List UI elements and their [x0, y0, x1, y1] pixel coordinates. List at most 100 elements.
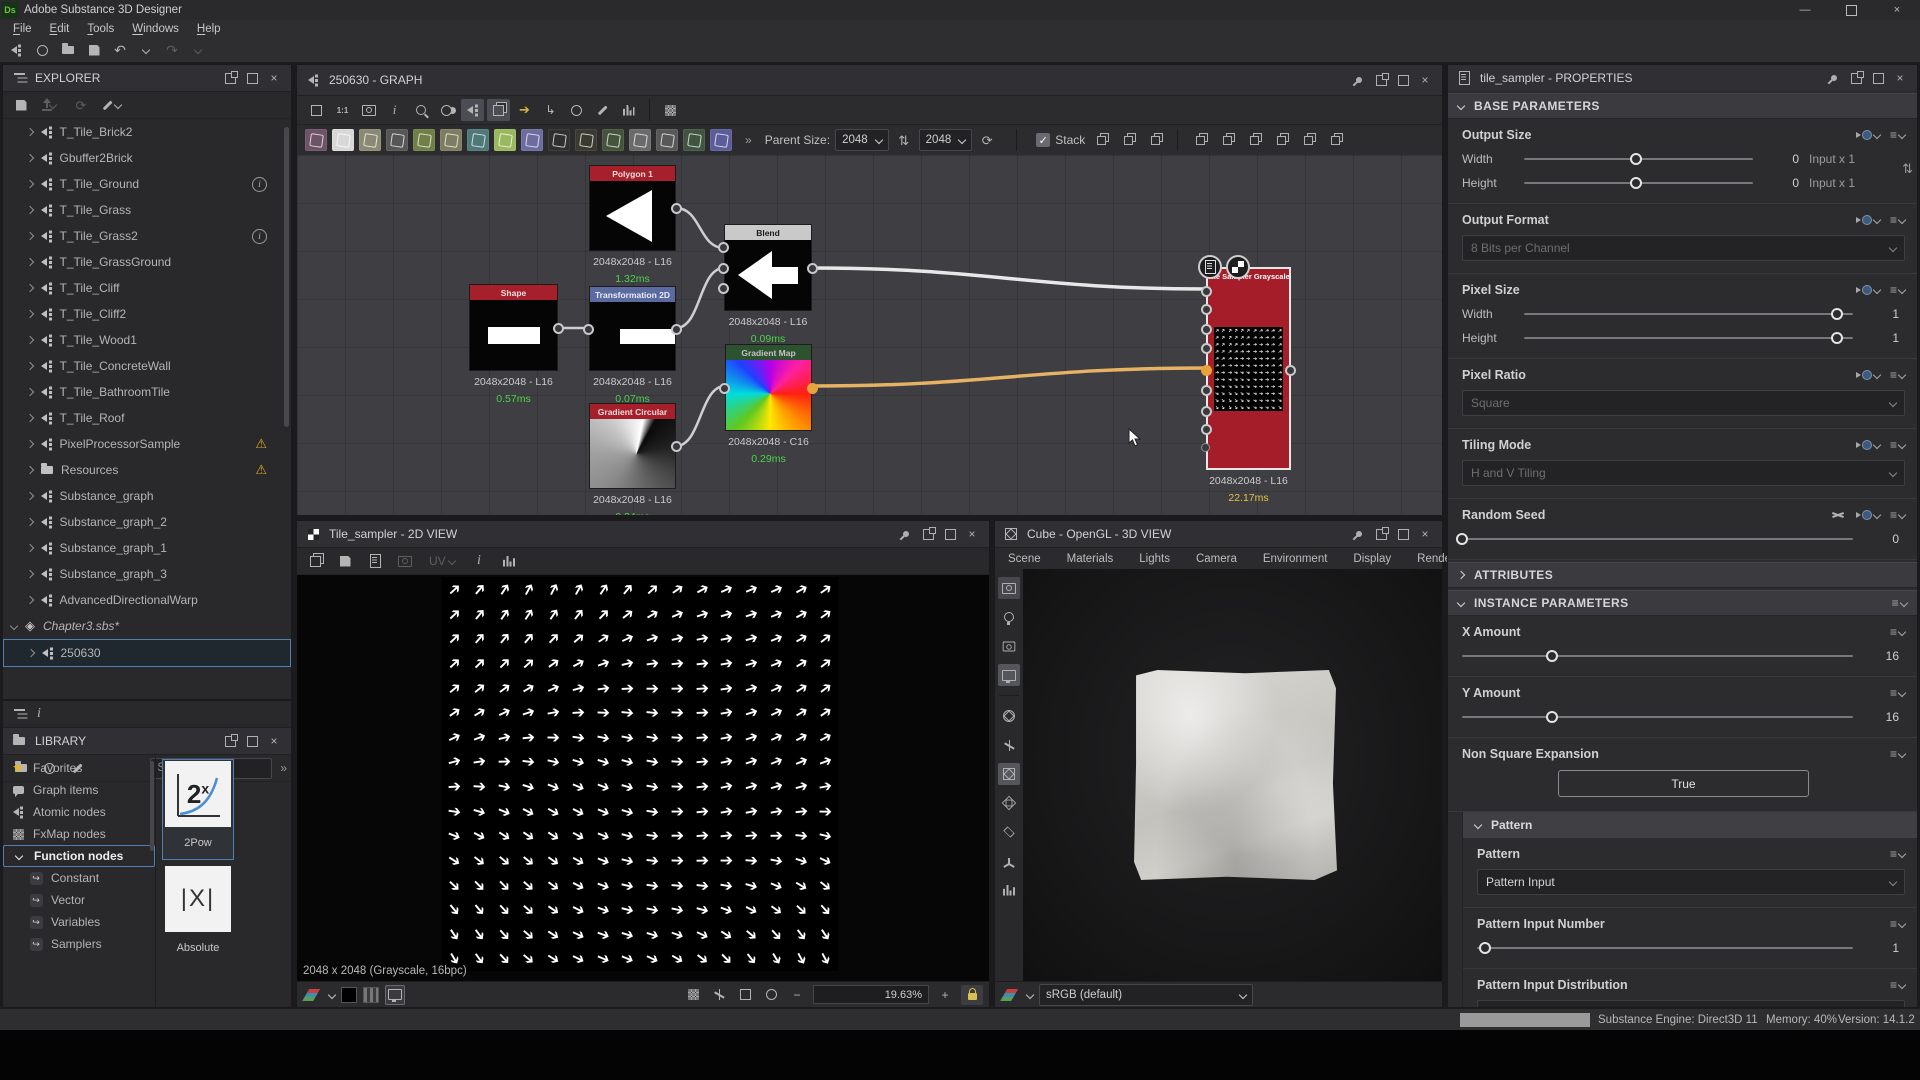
chevron-right-icon[interactable] [23, 207, 37, 213]
input-connector[interactable] [1201, 365, 1212, 376]
align-nodes-0-icon[interactable] [1090, 130, 1112, 150]
slider-value[interactable]: 1 [1853, 331, 1905, 345]
atomic-node-4-icon[interactable] [413, 129, 435, 151]
align-nodes-5-icon[interactable] [1243, 130, 1265, 150]
chevron-right-icon[interactable] [23, 337, 37, 343]
chevron-right-icon[interactable] [23, 285, 37, 291]
link-wh-icon[interactable]: ⇅ [1902, 161, 1913, 177]
close-icon[interactable]: × [1889, 69, 1911, 87]
close-icon[interactable]: × [961, 525, 983, 543]
screenshot-icon[interactable] [357, 99, 380, 121]
slider-value[interactable]: 1 [1853, 941, 1905, 955]
grid-icon[interactable] [683, 985, 703, 1005]
center-icon[interactable] [761, 985, 781, 1005]
slider-value[interactable]: 16 [1853, 649, 1905, 663]
clean-icon[interactable] [101, 95, 121, 115]
tree-item[interactable]: T_Tile_Groundi [3, 171, 291, 197]
background-swatch[interactable] [341, 987, 357, 1003]
slider-track[interactable] [1462, 655, 1853, 657]
tree-item[interactable]: Resources⚠ [3, 457, 291, 483]
link-create-icon[interactable] [435, 99, 458, 121]
fit-icon[interactable] [735, 985, 755, 1005]
maximize-icon[interactable] [1392, 525, 1414, 543]
slider-track[interactable] [1462, 716, 1853, 718]
slider-handle[interactable] [1546, 711, 1558, 723]
slider-track[interactable] [1524, 158, 1753, 160]
tree-item[interactable]: T_Tile_Cliff [3, 275, 291, 301]
align-nodes-4-icon[interactable] [1216, 130, 1238, 150]
slider-value[interactable]: 0 [1753, 176, 1805, 190]
zoom-level-input[interactable]: 19.63% [813, 985, 929, 1004]
expose-function-icon[interactable] [1856, 440, 1880, 450]
colorspace-select[interactable]: sRGB (default) [1039, 984, 1253, 1006]
align-nodes-3-icon[interactable] [1189, 130, 1211, 150]
tree-item[interactable]: Substance_graph [3, 483, 291, 509]
layers-icon[interactable] [1001, 985, 1021, 1005]
chevron-right-icon[interactable] [23, 467, 37, 473]
uv-plane-icon[interactable] [998, 821, 1020, 843]
chevron-right-icon[interactable] [23, 233, 37, 239]
chevron-down-icon[interactable] [328, 990, 336, 998]
library-category[interactable]: FxMap nodes [3, 823, 155, 845]
align-nodes-2-icon[interactable] [1144, 130, 1166, 150]
node-mode-icon[interactable] [461, 99, 484, 121]
environment-image-icon[interactable] [998, 635, 1020, 657]
undo-icon[interactable]: ↶ [110, 40, 130, 60]
pin-icon[interactable] [1348, 71, 1370, 89]
slider-track[interactable] [1524, 313, 1853, 315]
parameter-menu-icon[interactable]: ≡ [1890, 368, 1905, 382]
pin-icon[interactable] [1348, 525, 1370, 543]
parent-size-select[interactable]: 2048 [835, 129, 889, 151]
graph-node[interactable]: Gradient Map [725, 344, 812, 431]
graph-node[interactable]: Polygon 1 [589, 165, 676, 251]
tree-item[interactable]: Substance_graph_1 [3, 535, 291, 561]
zoom-in-icon[interactable]: + [935, 985, 955, 1005]
paste-icon[interactable] [365, 551, 385, 571]
display-monitor-icon[interactable] [998, 664, 1020, 686]
slider-handle[interactable] [1456, 533, 1468, 545]
expose-function-icon[interactable] [1856, 130, 1880, 140]
atomic-node-6-icon[interactable] [467, 129, 489, 151]
output-connector[interactable] [671, 441, 682, 452]
float-icon[interactable] [219, 69, 241, 87]
section-attributes[interactable]: ATTRIBUTES [1448, 562, 1917, 588]
parameter-menu-icon[interactable]: ≡ [1890, 283, 1905, 297]
output-connector[interactable] [553, 323, 564, 334]
graph-node[interactable]: Gradient Circular [589, 403, 676, 489]
library-category[interactable]: ↪Vector [3, 889, 155, 911]
atomic-node-10-icon[interactable] [575, 129, 597, 151]
parameter-menu-icon[interactable]: ≡ [1890, 686, 1905, 700]
info-icon[interactable]: i [29, 704, 49, 724]
chevron-right-icon[interactable] [23, 441, 37, 447]
library-category[interactable]: Graph items [3, 779, 155, 801]
tree-item[interactable]: Substance_graph_3 [3, 561, 291, 587]
float-icon[interactable] [917, 525, 939, 543]
menu-windows[interactable]: Windows [123, 23, 188, 35]
tree-item[interactable]: Substance_graph_2 [3, 509, 291, 535]
tree-item[interactable]: T_Tile_Brick2 [3, 119, 291, 145]
maximize-icon[interactable] [1392, 71, 1414, 89]
library-category[interactable]: ↪Samplers [3, 933, 155, 955]
search-icon[interactable] [409, 99, 432, 121]
section-instance-parameters[interactable]: INSTANCE PARAMETERS≡ [1448, 590, 1917, 616]
more-icon[interactable]: » [745, 133, 752, 147]
input-connector[interactable] [718, 242, 729, 253]
tree-item[interactable]: T_Tile_Grass [3, 197, 291, 223]
redo-chevron-icon[interactable] [188, 40, 208, 60]
parameter-menu-icon[interactable]: ≡ [1890, 213, 1905, 227]
atomic-node-15-icon[interactable] [710, 129, 732, 151]
save-icon[interactable] [84, 40, 104, 60]
size-select[interactable]: 2048 [919, 129, 973, 151]
float-icon[interactable] [219, 732, 241, 750]
new-package-icon[interactable] [32, 40, 52, 60]
atomic-node-9-icon[interactable] [548, 129, 570, 151]
expose-function-icon[interactable] [1856, 370, 1880, 380]
explorer-scrollbar[interactable] [284, 127, 289, 427]
maximize-button[interactable] [1828, 0, 1874, 20]
doc-badge-icon[interactable] [1198, 255, 1222, 279]
tree-item[interactable]: PixelProcessorSample⚠ [3, 431, 291, 457]
toggle-button[interactable]: True [1558, 770, 1808, 797]
align-nodes-6-icon[interactable] [1270, 130, 1292, 150]
slider-track[interactable] [1462, 538, 1853, 540]
tree-item[interactable]: T_Tile_Wood1 [3, 327, 291, 353]
